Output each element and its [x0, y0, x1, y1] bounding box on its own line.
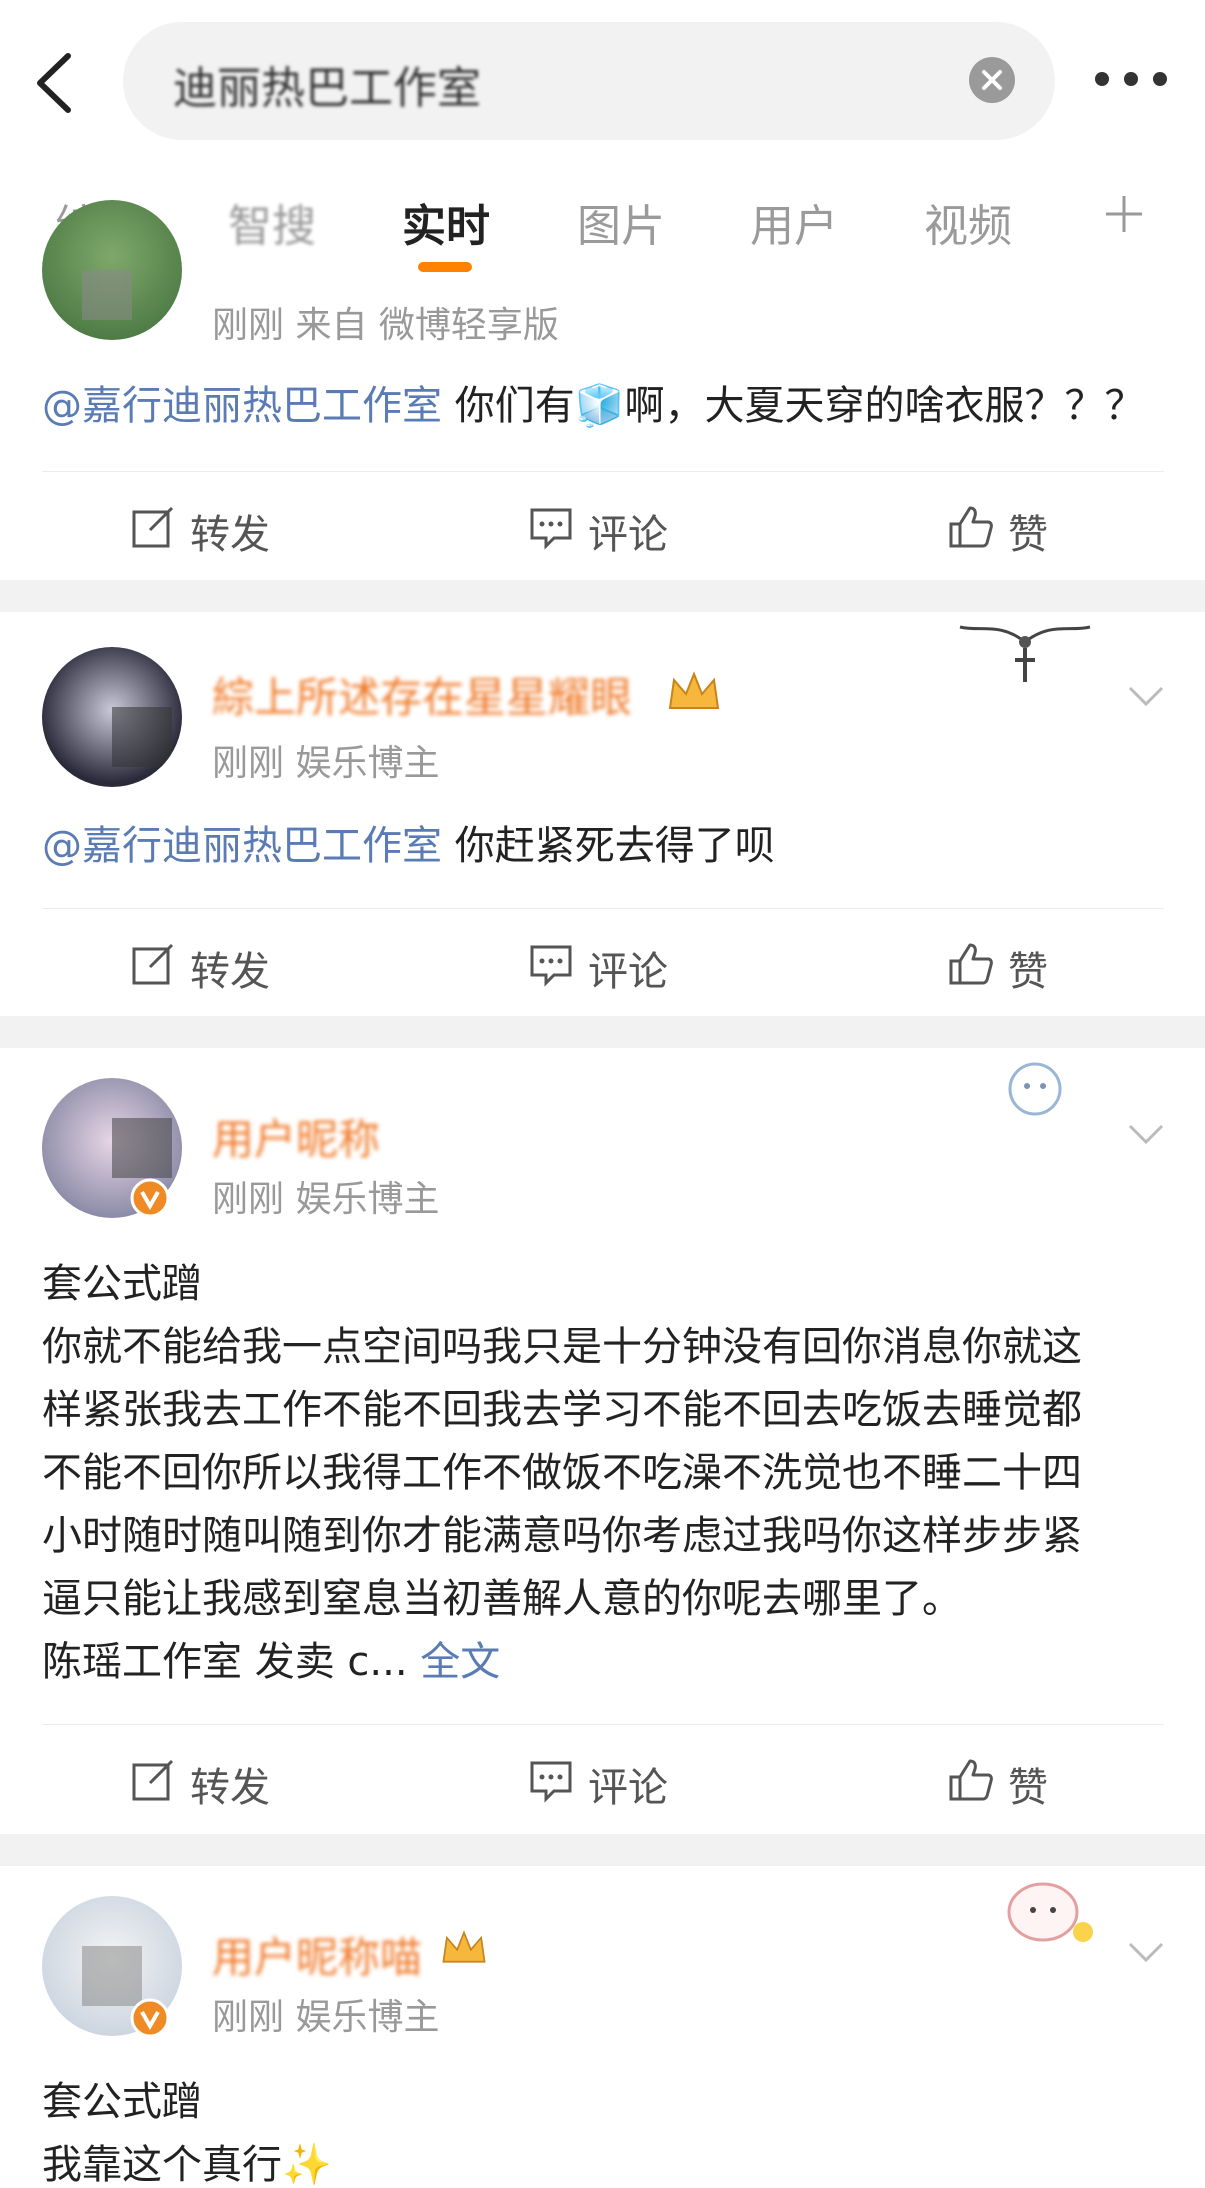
post-card[interactable]: 綜上所述存在星星耀眼 刚刚 娱乐博主 @嘉行迪丽热巴工作室 你赶紧死去得了呗 转…: [0, 612, 1205, 1016]
verified-badge-icon: [130, 1998, 170, 2038]
verified-badge-icon: [130, 1178, 170, 1218]
card-separator: [0, 1834, 1205, 1866]
cute-sticker-decoration-icon: [1008, 1062, 1062, 1116]
crown-badge-icon: [668, 671, 720, 709]
search-input[interactable]: 迪丽热巴工作室: [123, 22, 1055, 140]
tab-实时[interactable]: 实时: [402, 190, 490, 254]
thumbs-up-icon: [949, 506, 993, 548]
action-bar: 转发 评论 赞: [42, 1724, 1164, 1835]
tab-视频[interactable]: 视频: [924, 190, 1012, 254]
more-dots-icon: [1095, 72, 1109, 86]
tab-用户[interactable]: 用户: [750, 190, 838, 254]
plus-icon: [1106, 196, 1142, 232]
full-text-link[interactable]: 全文: [420, 1639, 500, 1685]
username[interactable]: 用户昵称: [212, 1106, 380, 1167]
repost-icon: [132, 943, 174, 985]
top-bar: 迪丽热巴工作室: [0, 0, 1205, 160]
comment-icon: [530, 508, 572, 550]
mention-link[interactable]: @嘉行迪丽热巴工作室: [42, 383, 442, 429]
thumbs-up-icon: [949, 1759, 993, 1801]
mention-link[interactable]: @嘉行迪丽热巴工作室: [42, 823, 442, 869]
avatar[interactable]: [42, 647, 182, 787]
username[interactable]: 綜上所述存在星星耀眼: [212, 664, 632, 725]
post-meta: 刚刚 娱乐博主: [212, 743, 440, 784]
chevron-down-icon[interactable]: [1126, 684, 1166, 708]
post-card[interactable]: 刚刚 来自 微博轻享版 @嘉行迪丽热巴工作室 你们有🧊啊，大夏天穿的啥衣服？？？…: [0, 200, 1205, 582]
cute-chick-sticker-icon: [1007, 1882, 1093, 1942]
search-query-text: 迪丽热巴工作室: [173, 63, 481, 114]
post-text: @嘉行迪丽热巴工作室 你赶紧死去得了呗: [42, 823, 775, 869]
action-bar: 转发 评论 赞: [42, 908, 1164, 1019]
comment-icon: [530, 945, 572, 987]
chevron-left-icon: [37, 53, 71, 113]
repost-icon: [132, 506, 174, 548]
thumbs-up-icon: [949, 943, 993, 985]
post-meta: 刚刚 娱乐博主: [212, 1179, 440, 1220]
more-options-button[interactable]: [1095, 68, 1167, 92]
avatar[interactable]: [42, 200, 182, 340]
chevron-down-icon[interactable]: [1126, 1940, 1166, 1964]
username[interactable]: 用户昵称喵: [212, 1924, 422, 1985]
post-meta: 刚刚 娱乐博主: [212, 1997, 440, 2038]
tab-智搜[interactable]: 智搜: [228, 190, 316, 254]
post-card[interactable]: 用户昵称 刚刚 娱乐博主 套公式蹭 你就不能给我一点空间吗我只是十分钟没有回你消…: [0, 1048, 1205, 1834]
active-tab-indicator: [418, 262, 472, 272]
weibo-search-results-page: 迪丽热巴工作室 综合 智搜 实时 图片 用户 视频: [0, 0, 1205, 2188]
repost-icon: [132, 1759, 174, 1801]
clear-search-button[interactable]: [969, 57, 1015, 103]
comment-icon: [530, 1761, 572, 1803]
crown-badge-icon: [442, 1930, 486, 1963]
tab-图片[interactable]: 图片: [577, 190, 665, 254]
card-separator: [0, 580, 1205, 612]
action-bar: 转发 评论 赞: [42, 471, 1164, 582]
clear-x-icon: [982, 70, 1002, 90]
back-button[interactable]: [30, 48, 80, 118]
chevron-down-icon[interactable]: [1126, 1122, 1166, 1146]
ribbon-cross-decoration-icon: [959, 625, 1091, 682]
post-text: @嘉行迪丽热巴工作室 你们有🧊啊，大夏天穿的啥衣服？？？: [42, 383, 1145, 429]
card-separator: [0, 1016, 1205, 1048]
post-card[interactable]: 用户昵称喵 刚刚 娱乐博主 套公式蹭 我靠这个真行✨: [0, 1866, 1205, 2188]
add-tab-button[interactable]: [1104, 194, 1144, 234]
post-meta: 刚刚 来自 微博轻享版: [212, 305, 559, 346]
